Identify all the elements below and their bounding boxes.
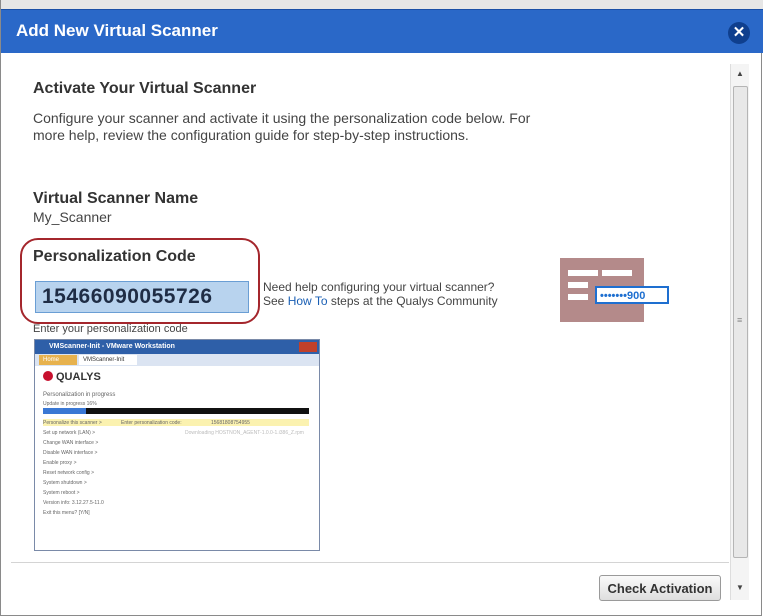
embedded-vm-screenshot: VMScanner-Init - VMware Workstation Home… [34, 339, 320, 551]
window-controls-icon [299, 342, 317, 352]
dialog-content: Activate Your Virtual Scanner Configure … [11, 53, 729, 561]
vm-menu-item: System shutdown > [43, 480, 87, 486]
dialog-titlebar: Add New Virtual Scanner ✕ [1, 9, 763, 53]
mask-text: •••••••900 [600, 290, 645, 302]
vm-menu-item: Version info: 3.12.27.5-11.0 [43, 500, 104, 506]
how-to-link[interactable]: How To [288, 294, 328, 308]
grip-icon: ≡ [737, 315, 743, 325]
vm-window-title: VMScanner-Init - VMware Workstation [35, 340, 319, 354]
help-text: Need help configuring your virtual scann… [263, 280, 498, 308]
vm-menu-item: Reset network config > [43, 470, 94, 476]
check-activation-button[interactable]: Check Activation [599, 575, 721, 601]
vm-progress-fill [43, 408, 86, 414]
scroll-up-icon[interactable]: ▲ [731, 66, 749, 82]
vm-menu-code: 15681808754955 [211, 420, 250, 426]
vm-menu-item: Exit this menu? [Y/N] [43, 510, 90, 516]
help-suffix: steps at the Qualys Community [330, 294, 498, 308]
scroll-down-icon[interactable]: ▼ [731, 580, 749, 596]
close-icon[interactable]: ✕ [728, 22, 750, 44]
vm-menu-personalize: Personalize this scanner > [43, 420, 102, 426]
vm-menu-enter: Enter personalization code: [121, 420, 182, 426]
code-highlight-ring [20, 238, 260, 324]
top-strip [1, 0, 763, 9]
vertical-scrollbar[interactable]: ▲ ≡ ▼ [730, 64, 749, 600]
screenshot-caption: Enter your personalization code [33, 323, 188, 335]
activate-description-line1: Configure your scanner and activate it u… [33, 110, 531, 126]
help-line1: Need help configuring your virtual scann… [263, 280, 495, 294]
scanner-name-value: My_Scanner [33, 209, 112, 225]
activate-description-line2: more help, review the configuration guid… [33, 127, 469, 143]
activate-heading: Activate Your Virtual Scanner [33, 80, 257, 97]
vm-menu-item: Change WAN interface > [43, 440, 99, 446]
password-card-icon: •••••••900 [560, 258, 669, 322]
add-virtual-scanner-dialog: Add New Virtual Scanner ✕ Activate Your … [0, 0, 763, 616]
vm-menu-item: System reboot > [43, 490, 80, 496]
footer-divider [11, 562, 729, 563]
help-prefix: See [263, 294, 285, 308]
dialog-title: Add New Virtual Scanner [16, 21, 218, 40]
vm-tab-home: Home [39, 355, 77, 365]
qualys-logo-icon [43, 371, 53, 381]
vm-tab-scanner: VMScanner-Init [79, 355, 137, 365]
vm-tabs: Home VMScanner-Init [35, 354, 319, 366]
qualys-brand-text: QUALYS [56, 371, 101, 383]
vm-progress-bar [43, 408, 309, 414]
vm-menu-item: Disable WAN interface > [43, 450, 98, 456]
vm-progress-text: Update in progress 16% [43, 401, 97, 407]
scanner-name-label: Virtual Scanner Name [33, 190, 199, 207]
qualys-logo: QUALYS [43, 371, 101, 383]
vm-download-text: Downloading HOSTNON_AGENT-1.0.0-1.i386_Z… [185, 430, 304, 436]
help-line2: See How To steps at the Qualys Community [263, 294, 498, 308]
vm-status: Personalization in progress [43, 392, 116, 398]
vm-menu-item: Enable proxy > [43, 460, 77, 466]
scroll-thumb[interactable]: ≡ [733, 86, 748, 558]
vm-menu-item: Set up network (LAN) > [43, 430, 96, 436]
